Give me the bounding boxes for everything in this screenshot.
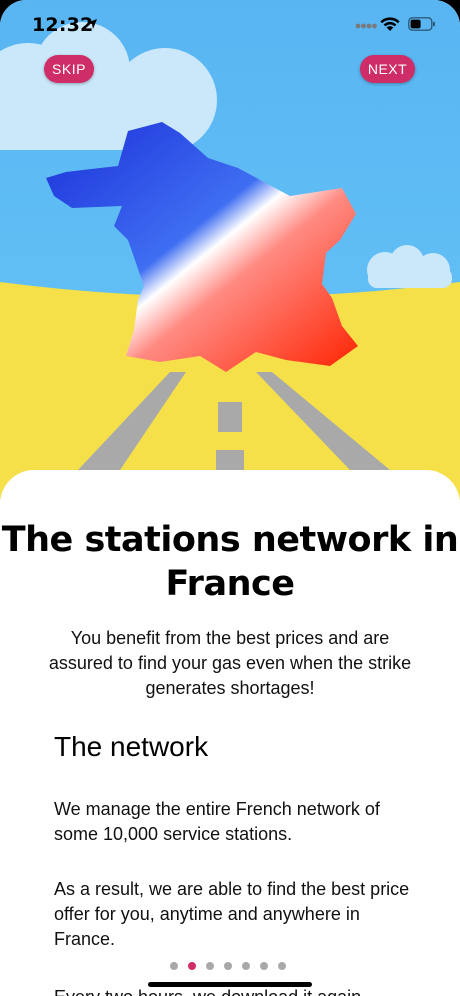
page-dot[interactable] (260, 962, 268, 970)
paragraph: As a result, we are able to find the bes… (54, 879, 410, 949)
status-bar: 12:32 (0, 0, 460, 48)
status-time: 12:32 (32, 14, 94, 36)
page-indicator[interactable] (170, 962, 290, 972)
road-dash (218, 402, 242, 432)
page-dot[interactable] (278, 962, 286, 970)
page-subtitle: You benefit from the best prices and are… (48, 628, 412, 698)
onboarding-screen: 12:32 SKIP NEXT The stations network in … (0, 0, 460, 996)
battery-icon (408, 17, 435, 31)
next-button[interactable]: NEXT (360, 55, 415, 83)
page-dot-active[interactable] (188, 962, 196, 970)
page-title: The stations network in France (1, 520, 459, 604)
page-dot[interactable] (242, 962, 250, 970)
wifi-icon (380, 17, 400, 31)
paragraph: We manage the entire French network of s… (54, 799, 380, 844)
skip-button[interactable]: SKIP (44, 55, 94, 83)
content-sheet[interactable]: The stations network in France You benef… (0, 470, 460, 996)
page-dot[interactable] (224, 962, 232, 970)
road-dash (216, 450, 244, 470)
page-dot[interactable] (206, 962, 214, 970)
page-dot[interactable] (170, 962, 178, 970)
location-arrow-icon (87, 19, 97, 29)
signal-dots-icon (355, 23, 377, 29)
section-heading: The network (54, 731, 209, 762)
home-indicator[interactable] (148, 982, 312, 987)
